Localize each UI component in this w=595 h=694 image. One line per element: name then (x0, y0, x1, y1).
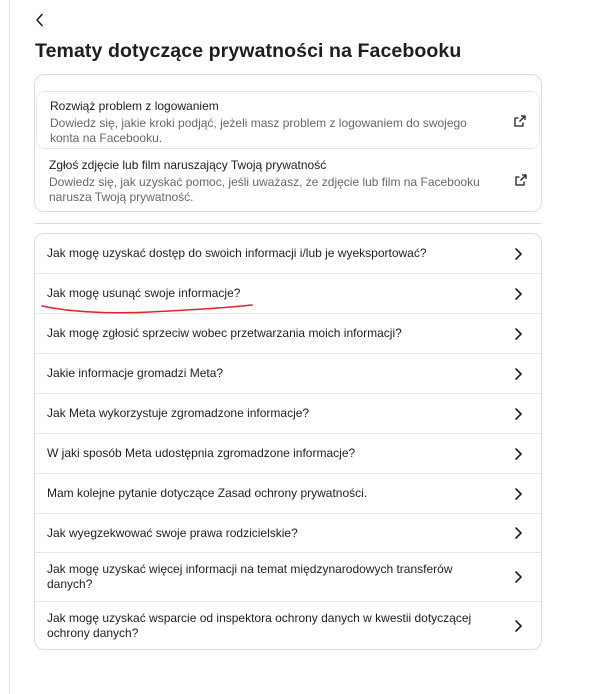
chevron-right-icon (515, 367, 522, 380)
faq-question: Jak mogę usunąć swoje informacje? (47, 286, 241, 300)
faq-question: Jak mogę uzyskać wsparcie od inspektora … (47, 611, 472, 640)
page-left-border (9, 0, 10, 694)
faq-question: Jak mogę uzyskać dostęp do swoich inform… (47, 246, 427, 260)
chevron-right-icon (515, 487, 522, 500)
faq-question: Mam kolejne pytanie dotyczące Zasad ochr… (47, 486, 368, 500)
faq-item[interactable]: Jak mogę uzyskać wsparcie od inspektora … (35, 602, 541, 649)
chevron-right-icon (515, 287, 522, 300)
faq-item[interactable]: Mam kolejne pytanie dotyczące Zasad ochr… (35, 474, 541, 514)
chevron-right-icon (515, 527, 522, 539)
faq-question: Jak mogę zgłosić sprzeciw wobec przetwar… (47, 326, 402, 340)
faq-item[interactable]: W jaki sposób Meta udostępnia zgromadzon… (35, 434, 541, 474)
chevron-right-icon (515, 447, 522, 460)
help-link-title: Rozwiąż problem z logowaniem (50, 99, 219, 113)
faq-question: Jakie informacje gromadzi Meta? (47, 366, 224, 380)
faq-list: Jak mogę uzyskać dostęp do swoich inform… (34, 233, 542, 650)
faq-question: Jak wyegzekwować swoje prawa rodzicielsk… (47, 525, 298, 540)
section-divider (34, 223, 542, 224)
chevron-right-icon (515, 620, 522, 632)
faq-item[interactable]: Jak wyegzekwować swoje prawa rodzicielsk… (35, 514, 541, 553)
chevron-right-icon (515, 327, 522, 340)
faq-item[interactable]: Jak Meta wykorzystuje zgromadzone inform… (35, 394, 541, 434)
help-links-card: Rozwiąż problem z logowaniem Dowiedz się… (34, 74, 542, 212)
external-link-icon (515, 174, 527, 186)
red-underline-annotation (41, 304, 253, 314)
page-title: Tematy dotyczące prywatności na Facebook… (35, 40, 462, 62)
faq-question: Jak mogę uzyskać więcej informacji na te… (47, 562, 453, 591)
help-link-report-photo[interactable]: Zgłoś zdjęcie lub film naruszający Twoją… (36, 151, 540, 209)
help-link-login-problem[interactable]: Rozwiąż problem z logowaniem Dowiedz się… (36, 91, 540, 149)
external-link-icon (514, 115, 526, 127)
help-link-description: Dowiedz się, jakie kroki podjąć, jeżeli … (50, 116, 467, 145)
chevron-right-icon (515, 571, 522, 583)
faq-question: Jak Meta wykorzystuje zgromadzone inform… (47, 406, 310, 420)
help-link-title: Zgłoś zdjęcie lub film naruszający Twoją… (49, 158, 327, 172)
faq-question: W jaki sposób Meta udostępnia zgromadzon… (47, 446, 356, 460)
back-arrow-icon (36, 13, 43, 27)
faq-item[interactable]: Jakie informacje gromadzi Meta? (35, 354, 541, 394)
faq-item[interactable]: Jak mogę uzyskać dostęp do swoich inform… (35, 234, 541, 274)
chevron-right-icon (515, 247, 522, 260)
faq-item[interactable]: Jak mogę zgłosić sprzeciw wobec przetwar… (35, 314, 541, 354)
help-link-description: Dowiedz się, jak uzyskać pomoc, jeśli uw… (49, 175, 480, 204)
back-button[interactable] (30, 10, 50, 30)
chevron-right-icon (515, 407, 522, 420)
faq-item[interactable]: Jak mogę uzyskać więcej informacji na te… (35, 553, 541, 602)
